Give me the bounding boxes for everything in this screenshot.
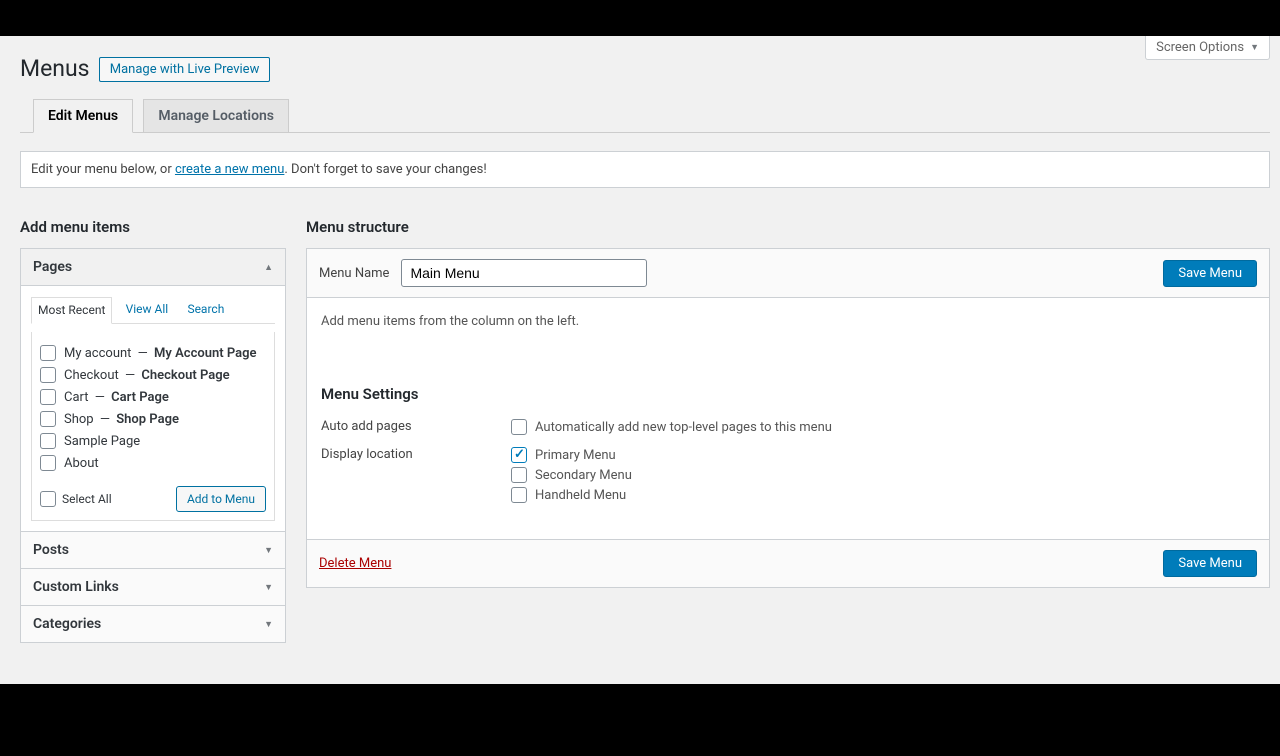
page-title: Menus (20, 46, 90, 86)
save-menu-button-top[interactable]: Save Menu (1163, 260, 1257, 287)
screen-options-toggle[interactable]: Screen Options ▼ (1145, 36, 1270, 60)
menu-settings-heading: Menu Settings (321, 385, 1255, 403)
accordion-custom-links-toggle[interactable]: Custom Links ▼ (21, 569, 285, 605)
location-handheld-label: Handheld Menu (535, 488, 626, 503)
select-all-checkbox[interactable] (40, 491, 56, 507)
page-label[interactable]: My account — My Account Page (64, 346, 256, 361)
list-item: Shop — Shop Page (40, 408, 266, 430)
list-item: Sample Page (40, 430, 266, 452)
notice-prefix: Edit your menu below, or (31, 162, 175, 177)
auto-add-pages-checkbox[interactable] (511, 419, 527, 435)
location-secondary-label: Secondary Menu (535, 468, 632, 483)
page-checkbox[interactable] (40, 345, 56, 361)
menu-name-label: Menu Name (319, 266, 389, 281)
page-checkbox[interactable] (40, 455, 56, 471)
accordion-categories: Categories ▼ (20, 606, 286, 643)
manage-live-preview-button[interactable]: Manage with Live Preview (99, 57, 271, 82)
select-all-label: Select All (62, 492, 112, 506)
delete-menu-link[interactable]: Delete Menu (319, 556, 391, 571)
list-item: Checkout — Checkout Page (40, 364, 266, 386)
accordion-posts: Posts ▼ (20, 532, 286, 569)
list-item: My account — My Account Page (40, 342, 266, 364)
display-location-label: Display location (321, 445, 511, 462)
chevron-down-icon: ▼ (1250, 42, 1259, 53)
nav-tab-wrapper: Edit Menus Manage Locations (20, 98, 1270, 133)
location-secondary-checkbox[interactable] (511, 467, 527, 483)
sub-tabs: Most Recent View All Search (31, 296, 275, 324)
accordion-posts-toggle[interactable]: Posts ▼ (21, 532, 285, 568)
accordion-categories-label: Categories (33, 616, 101, 632)
auto-add-pages-label: Auto add pages (321, 417, 511, 434)
page-checkbox[interactable] (40, 411, 56, 427)
add-to-menu-button[interactable]: Add to Menu (176, 486, 266, 512)
page-label[interactable]: About (64, 456, 99, 471)
sub-tab-search[interactable]: Search (181, 297, 230, 322)
location-handheld-checkbox[interactable] (511, 487, 527, 503)
page-label[interactable]: Shop — Shop Page (64, 412, 179, 427)
page-checkbox[interactable] (40, 367, 56, 383)
list-item: Cart — Cart Page (40, 386, 266, 408)
page-label[interactable]: Sample Page (64, 434, 140, 449)
pages-panel: My account — My Account Page Checkout — … (31, 332, 275, 521)
page-checkbox[interactable] (40, 433, 56, 449)
manage-menus-notice: Edit your menu below, or create a new me… (20, 151, 1270, 188)
tab-edit-menus[interactable]: Edit Menus (33, 99, 133, 133)
chevron-up-icon: ▲ (264, 262, 273, 273)
chevron-down-icon: ▼ (264, 545, 273, 556)
menu-items-hint: Add menu items from the column on the le… (321, 314, 1255, 329)
page-label[interactable]: Cart — Cart Page (64, 390, 169, 405)
create-new-menu-link[interactable]: create a new menu (175, 162, 284, 177)
accordion-custom-links-label: Custom Links (33, 579, 119, 595)
accordion-pages-label: Pages (33, 259, 72, 275)
menu-edit-panel: Menu Name Save Menu Add menu items from … (306, 248, 1270, 588)
accordion-pages-toggle[interactable]: Pages ▲ (21, 249, 285, 286)
save-menu-button-bottom[interactable]: Save Menu (1163, 550, 1257, 577)
page-label[interactable]: Checkout — Checkout Page (64, 368, 230, 383)
accordion-pages: Pages ▲ Most Recent View All Search My a… (20, 248, 286, 532)
list-item: About (40, 452, 266, 474)
notice-suffix: . Don't forget to save your changes! (284, 162, 486, 177)
page-checkbox[interactable] (40, 389, 56, 405)
location-primary-label: Primary Menu (535, 448, 616, 463)
chevron-down-icon: ▼ (264, 582, 273, 593)
add-menu-items-heading: Add menu items (20, 218, 286, 236)
auto-add-pages-text: Automatically add new top-level pages to… (535, 420, 832, 435)
tab-manage-locations[interactable]: Manage Locations (143, 99, 289, 132)
accordion-custom-links: Custom Links ▼ (20, 569, 286, 606)
accordion-categories-toggle[interactable]: Categories ▼ (21, 606, 285, 642)
accordion-posts-label: Posts (33, 542, 69, 558)
sub-tab-view-all[interactable]: View All (120, 297, 175, 322)
sub-tab-most-recent[interactable]: Most Recent (31, 297, 112, 324)
menu-structure-heading: Menu structure (306, 218, 1270, 236)
menu-name-input[interactable] (401, 259, 647, 287)
screen-options-label: Screen Options (1156, 40, 1244, 55)
location-primary-checkbox[interactable] (511, 447, 527, 463)
chevron-down-icon: ▼ (264, 619, 273, 630)
